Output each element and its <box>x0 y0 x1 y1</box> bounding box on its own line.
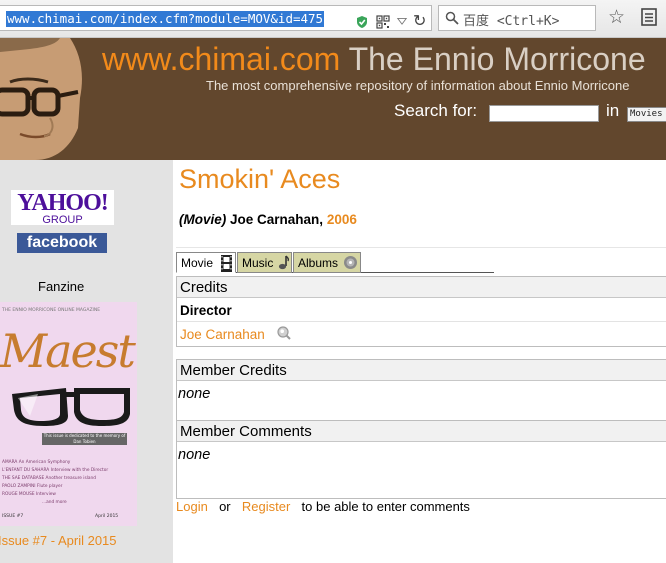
site-banner: www.chimai.com The Ennio Morricone The m… <box>0 38 666 160</box>
search-scope-select[interactable]: Movies <box>627 107 666 122</box>
or-text: or <box>219 499 231 514</box>
register-link[interactable]: Register <box>242 499 290 514</box>
yahoo-group-text: GROUP <box>42 214 83 226</box>
tab-albums[interactable]: Albums <box>293 252 361 273</box>
facebook-link[interactable]: facebook <box>17 233 107 253</box>
tab-albums-label: Albums <box>298 256 339 270</box>
movie-director[interactable]: Joe Carnahan, <box>230 212 323 227</box>
bookmarks-menu-icon[interactable] <box>641 8 657 26</box>
bookmark-star-icon[interactable]: ☆ <box>608 6 625 28</box>
reload-icon[interactable]: ↻ <box>413 13 427 29</box>
divider <box>176 247 666 248</box>
member-comments-panel: Member Comments none <box>176 420 666 499</box>
credits-panel: Credits Director Joe Carnahan <box>176 276 666 347</box>
cover-date: April 2015 <box>95 514 119 519</box>
cover-line: L'ENFANT DU SAHARA Interview with the Di… <box>2 468 109 473</box>
tab-music[interactable]: Music <box>237 252 292 273</box>
film-strip-icon <box>221 255 232 272</box>
browser-search-box[interactable]: 百度 <Ctrl+K> <box>438 5 596 31</box>
site-search-input[interactable] <box>489 105 599 122</box>
search-placeholder: 百度 <Ctrl+K> <box>463 14 560 29</box>
movie-year[interactable]: 2006 <box>327 212 357 227</box>
tab-movie[interactable]: Movie <box>176 252 236 273</box>
cover-line: ...and more <box>42 500 67 505</box>
shield-icon[interactable] <box>355 15 369 29</box>
movie-meta: (Movie) Joe Carnahan, 2006 <box>179 212 357 227</box>
movie-title: Smokin' Aces <box>179 164 341 194</box>
tab-movie-label: Movie <box>181 256 214 270</box>
cover-line: ROUGE MOUSE Interview <box>2 492 56 497</box>
cover-line: PAOLO ZAMPINI Flute player <box>2 484 63 489</box>
tab-music-label: Music <box>242 256 274 270</box>
cd-disc-icon <box>344 256 357 269</box>
magnifier-icon[interactable] <box>277 326 291 340</box>
member-credits-header: Member Credits <box>177 360 666 381</box>
site-title: www.chimai.com The Ennio Morricone <box>102 41 646 78</box>
director-link[interactable]: Joe Carnahan <box>180 327 265 342</box>
director-role: Director <box>180 303 232 318</box>
search-icon <box>445 11 459 25</box>
qr-code-icon[interactable] <box>376 15 390 29</box>
url-text[interactable]: www.chimai.com/index.cfm?module=MOV&id=4… <box>6 11 325 27</box>
cover-line: AMARA An American Symphony <box>2 460 71 465</box>
music-note-icon <box>278 255 290 270</box>
cover-contents: AMARA An American Symphony L'ENFANT DU S… <box>2 459 108 507</box>
cover-title: Maestro <box>0 324 137 378</box>
glasses-illustration <box>12 388 130 426</box>
movie-type: (Movie) <box>179 212 227 227</box>
maestro-magazine-cover[interactable]: THE ENNIO MORRICONE ONLINE MAGAZINE Maes… <box>0 302 137 526</box>
credits-header: Credits <box>177 277 666 298</box>
yahoo-logo: YAHOO! <box>17 190 108 216</box>
login-link[interactable]: Login <box>176 499 208 514</box>
member-credits-value: none <box>178 386 211 402</box>
login-suffix: to be able to enter comments <box>301 499 470 514</box>
site-subtitle: The Ennio Morricone <box>348 41 646 77</box>
site-tagline: The most comprehensive repository of inf… <box>206 78 630 93</box>
fanzine-label: Fanzine <box>38 279 85 294</box>
left-sidebar: YAHOO! GROUP facebook Fanzine THE ENNIO … <box>0 160 173 563</box>
fanzine-issue-link[interactable]: Issue #7 - April 2015 <box>0 533 117 548</box>
cover-dedication: This issue is dedicated to the memory of… <box>42 433 127 445</box>
dropdown-arrow-icon[interactable] <box>396 17 408 27</box>
browser-toolbar: www.chimai.com/index.cfm?module=MOV&id=4… <box>0 0 666 38</box>
main-content: Smokin' Aces (Movie) Joe Carnahan, 2006 … <box>173 160 666 563</box>
member-comments-header: Member Comments <box>177 421 666 442</box>
site-name[interactable]: www.chimai.com <box>102 41 340 77</box>
search-in-label: in <box>606 101 620 120</box>
cover-issue: ISSUE #7 <box>2 514 24 519</box>
divider <box>177 321 666 322</box>
movie-tabs: Movie Music Albums <box>176 252 494 273</box>
search-label: Search for: <box>394 101 478 120</box>
login-prompt: Login or Register to be able to enter co… <box>176 499 470 514</box>
yahoo-group-link[interactable]: YAHOO! GROUP <box>11 190 114 226</box>
member-credits-panel: Member Credits none <box>176 359 666 421</box>
cover-header: THE ENNIO MORRICONE ONLINE MAGAZINE <box>2 308 101 313</box>
address-bar[interactable]: www.chimai.com/index.cfm?module=MOV&id=4… <box>0 5 432 31</box>
cover-line: THE SAE DATABASE Another treasure island <box>2 476 96 481</box>
member-comments-value: none <box>178 447 211 463</box>
ennio-morricone-portrait <box>0 38 92 160</box>
